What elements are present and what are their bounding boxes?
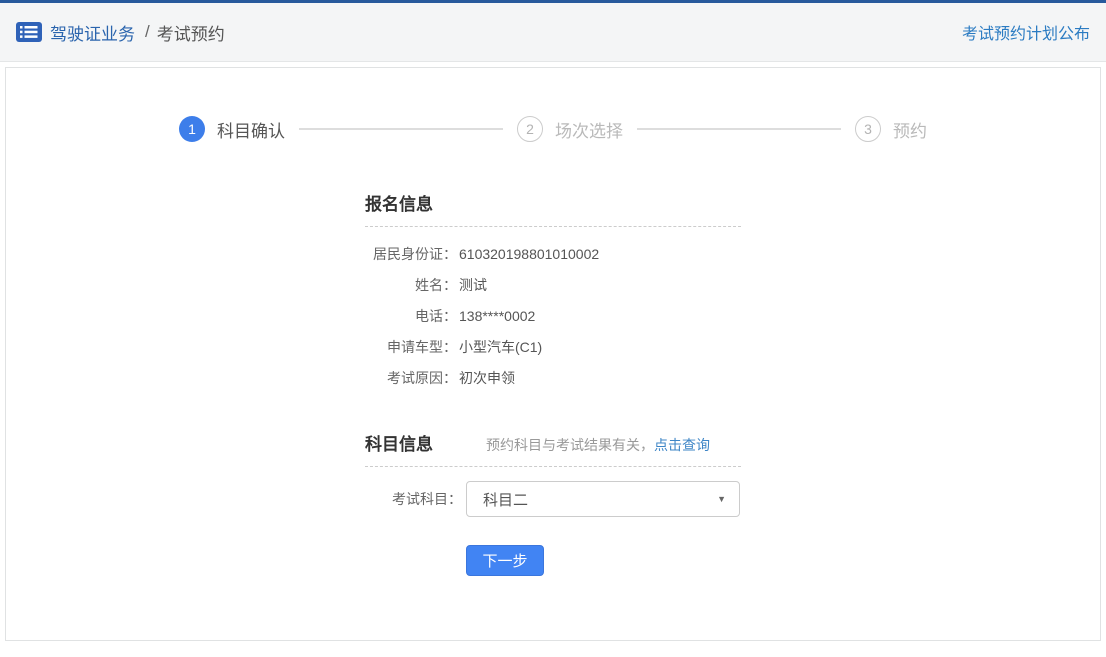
subject-title: 科目信息 — [365, 435, 433, 455]
info-row-phone: 电话： 138****0002 — [365, 306, 741, 326]
action-row: 下一步 — [365, 545, 741, 576]
breadcrumb: 驾驶证业务 / 考试预约 — [16, 20, 225, 45]
step-appointment: 3 预约 — [855, 116, 927, 142]
info-label: 姓名： — [365, 275, 457, 295]
exam-subject-select[interactable]: 科目二 ▼ — [466, 481, 740, 517]
subject-section: 科目信息 预约科目与考试结果有关，点击查询 考试科目： 科目二 ▼ 下一步 — [365, 435, 741, 576]
step-2-circle: 2 — [517, 116, 543, 142]
exam-subject-selected-value: 科目二 — [483, 489, 528, 510]
info-value: 610320198801010002 — [459, 244, 741, 264]
info-value: 138****0002 — [459, 306, 741, 326]
registration-section: 报名信息 居民身份证： 610320198801010002 姓名： 测试 电话… — [365, 195, 741, 388]
info-label: 居民身份证： — [365, 244, 457, 264]
step-subject-confirm: 1 科目确认 — [179, 116, 285, 142]
chevron-down-icon: ▼ — [717, 494, 726, 504]
breadcrumb-current-page: 考试预约 — [157, 20, 225, 45]
info-row-name: 姓名： 测试 — [365, 275, 741, 295]
list-icon — [16, 21, 42, 43]
subject-note-text: 预约科目与考试结果有关， — [486, 437, 654, 453]
step-1-label: 科目确认 — [217, 117, 285, 142]
step-connector — [637, 128, 841, 130]
info-row-exam-reason: 考试原因： 初次申领 — [365, 368, 741, 388]
info-label: 申请车型： — [365, 337, 457, 357]
section-divider — [365, 226, 741, 227]
info-value: 小型汽车(C1) — [459, 337, 741, 357]
step-2-label: 场次选择 — [555, 117, 623, 142]
main-card: 1 科目确认 2 场次选择 3 预约 报名信息 居民身份证： 610320198… — [5, 67, 1101, 641]
registration-title: 报名信息 — [365, 195, 433, 215]
exam-subject-label: 考试科目： — [365, 489, 462, 509]
info-row-vehicle-type: 申请车型： 小型汽车(C1) — [365, 337, 741, 357]
stepper: 1 科目确认 2 场次选择 3 预约 — [179, 116, 927, 142]
step-3-label: 预约 — [893, 117, 927, 142]
step-connector — [299, 128, 503, 130]
step-1-circle: 1 — [179, 116, 205, 142]
next-step-button[interactable]: 下一步 — [466, 545, 544, 576]
registration-info-list: 居民身份证： 610320198801010002 姓名： 测试 电话： 138… — [365, 244, 741, 388]
info-value: 初次申领 — [459, 368, 741, 388]
info-label: 电话： — [365, 306, 457, 326]
exam-plan-link[interactable]: 考试预约计划公布 — [962, 20, 1090, 44]
subject-note: 预约科目与考试结果有关，点击查询 — [486, 435, 710, 455]
breadcrumb-separator: / — [145, 22, 150, 42]
step-3-circle: 3 — [855, 116, 881, 142]
section-divider — [365, 466, 741, 467]
form-content: 报名信息 居民身份证： 610320198801010002 姓名： 测试 电话… — [365, 195, 741, 576]
info-label: 考试原因： — [365, 368, 457, 388]
step-session-select: 2 场次选择 — [517, 116, 623, 142]
query-result-link[interactable]: 点击查询 — [654, 437, 710, 453]
exam-subject-row: 考试科目： 科目二 ▼ — [365, 481, 741, 517]
breadcrumb-section-link[interactable]: 驾驶证业务 — [50, 20, 135, 45]
info-row-id-card: 居民身份证： 610320198801010002 — [365, 244, 741, 264]
page-header: 驾驶证业务 / 考试预约 考试预约计划公布 — [0, 3, 1106, 62]
info-value: 测试 — [459, 275, 741, 295]
